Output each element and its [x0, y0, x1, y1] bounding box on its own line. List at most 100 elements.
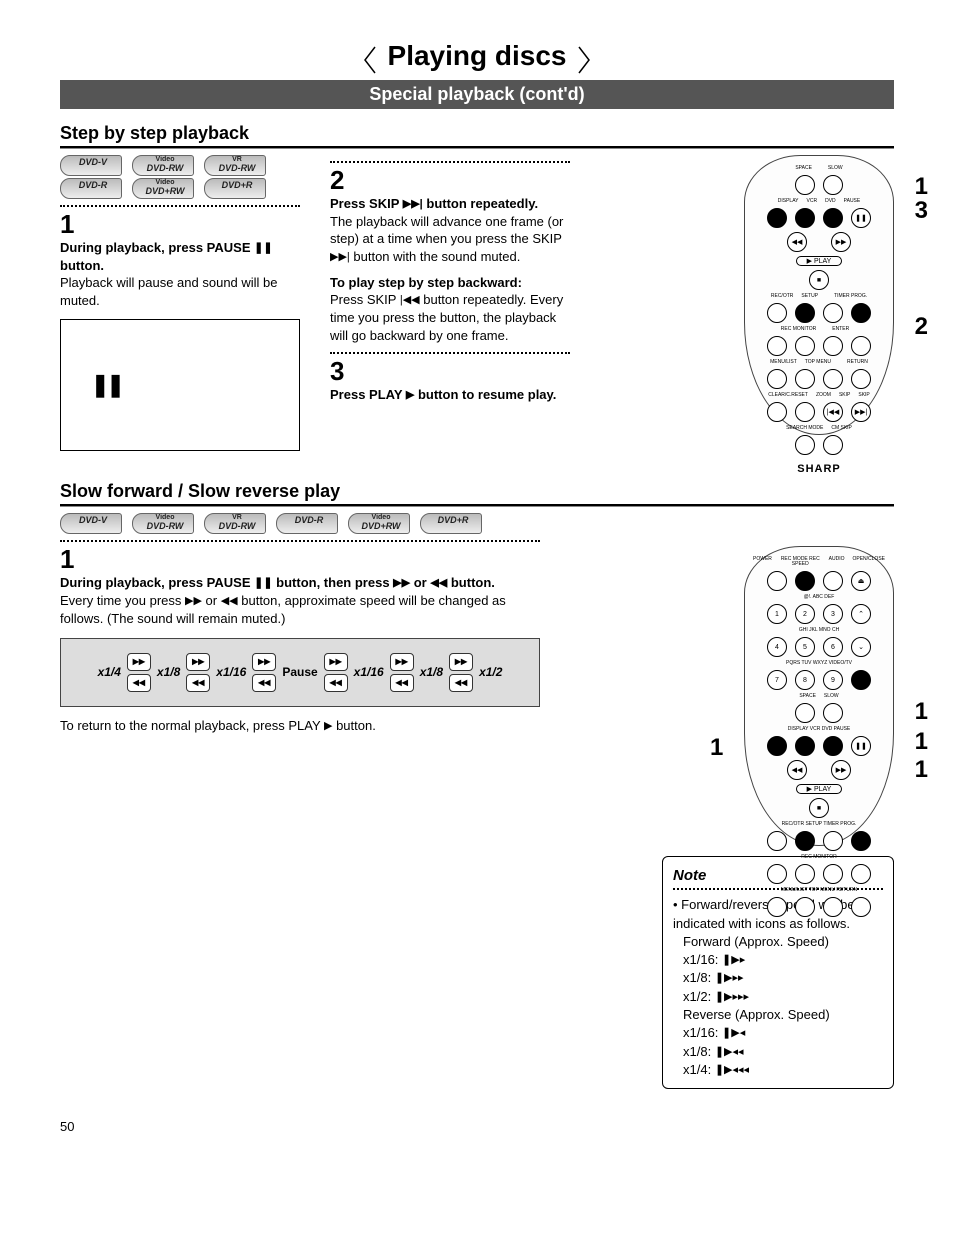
pause-icon: ❚❚: [91, 372, 122, 398]
slow-left-col: 1 During playback, press PAUSE ❚❚ button…: [60, 546, 540, 742]
callout: 2: [915, 313, 928, 341]
vcr-button[interactable]: [795, 208, 815, 228]
step-2-sub: To play step by step backward: Press SKI…: [330, 274, 570, 344]
pause-indicator-box: ❚❚: [60, 319, 300, 451]
note-speed: x1/8: ❚▶◂◂: [683, 1043, 883, 1061]
badge: VideoDVD+RW: [348, 513, 410, 534]
setup-button[interactable]: [795, 303, 815, 323]
remote-control-diagram: SPACESLOW DISPLAYVCRDVDPAUSE ❚❚ ◀◀▶▶ ▶ P…: [744, 155, 894, 435]
slow-disc-badges: DVD-V VideoDVD-RW VRDVD-RW DVD-R VideoDV…: [60, 513, 894, 534]
slow-forward-icon: ❚▶▸▸▸: [715, 990, 749, 1005]
rule: [60, 504, 894, 507]
slow-forward-icon: ❚▶▸: [722, 953, 745, 968]
rewind-button[interactable]: ◀◀: [787, 232, 807, 252]
play-button[interactable]: ▶ PLAY: [796, 256, 842, 266]
timer-button[interactable]: [851, 303, 871, 323]
dvd-button[interactable]: [823, 208, 843, 228]
step-number: 1: [60, 546, 540, 572]
fast-forward-icon: ▶▶: [185, 594, 202, 609]
rewind-icon: ◀◀: [430, 576, 447, 591]
play-button[interactable]: ▶ PLAY: [796, 784, 842, 794]
step-col-1: DVD-V VideoDVD-RW VRDVD-RW DVD-R VideoDV…: [60, 155, 300, 451]
badge: VideoDVD-RW: [132, 513, 194, 534]
note-speed: x1/16: ❚▶▸: [683, 951, 883, 969]
skip-back-icon: |◀◀: [400, 293, 420, 308]
speed-diagram: x1/4 ▶▶◀◀ x1/8 ▶▶◀◀ x1/16 ▶▶◀◀ Pause ▶▶◀…: [60, 638, 540, 707]
callout: 3: [915, 197, 928, 225]
slow-step-body: During playback, press PAUSE ❚❚ button, …: [60, 574, 540, 627]
callout: 1: [915, 698, 928, 726]
slow-reverse-icon: ❚▶◂◂: [715, 1045, 744, 1060]
dots: [60, 540, 540, 542]
badge: DVD-V: [60, 155, 122, 176]
step-2-body: Press SKIP ▶▶| button repeatedly. The pl…: [330, 195, 570, 266]
rewind-icon: ◀◀: [221, 594, 238, 609]
callout: 1: [915, 728, 928, 756]
slow-forward-icon: ❚▶▸▸: [715, 971, 744, 986]
fast-forward-button[interactable]: ▶▶: [831, 232, 851, 252]
note-speed: x1/4: ❚▶◂◂◂: [683, 1061, 883, 1079]
slow-section-heading: Slow forward / Slow reverse play: [60, 481, 894, 502]
skip-back-button[interactable]: |◀◀: [823, 402, 843, 422]
step-3-body: Press PLAY ▶ button to resume play.: [330, 386, 570, 404]
note-rev-heading: Reverse (Approx. Speed): [683, 1006, 883, 1024]
badge: DVD+R: [204, 178, 266, 199]
callout: 1: [915, 756, 928, 784]
pause-button[interactable]: ❚❚: [851, 736, 871, 756]
skip-forward-icon: ▶▶|: [330, 250, 350, 265]
step-section-heading: Step by step playback: [60, 123, 894, 144]
display-button[interactable]: [767, 208, 787, 228]
note-speed: x1/16: ❚▶◂: [683, 1024, 883, 1042]
badge: VideoDVD+RW: [132, 178, 194, 199]
badge: DVD+R: [420, 513, 482, 534]
power-button[interactable]: [767, 571, 787, 591]
step-col-2: 2 Press SKIP ▶▶| button repeatedly. The …: [330, 155, 570, 412]
pause-icon: ❚❚: [254, 241, 272, 256]
stop-button[interactable]: ■: [809, 270, 829, 290]
note-speed: x1/2: ❚▶▸▸▸: [683, 988, 883, 1006]
note-speed: x1/8: ❚▶▸▸: [683, 969, 883, 987]
skip-forward-icon: ▶▶|: [403, 197, 423, 212]
page-number: 50: [60, 1119, 894, 1134]
remote-brand: SHARP: [797, 463, 841, 475]
remote-control-diagram: POWERREC MODE REC SPEEDAUDIOOPEN/CLOSE ⏏…: [744, 546, 894, 846]
badge: DVD-R: [276, 513, 338, 534]
step-number: 1: [60, 211, 300, 237]
rule: [60, 146, 894, 149]
step-number: 2: [330, 167, 570, 193]
rec-button[interactable]: [767, 303, 787, 323]
play-icon: ▶: [406, 388, 414, 403]
pause-button[interactable]: ❚❚: [851, 208, 871, 228]
step-number: 3: [330, 358, 570, 384]
fast-forward-button[interactable]: ▶▶: [831, 760, 851, 780]
page-title-row: Playing discs: [60, 40, 894, 80]
slow-reverse-icon: ❚▶◂: [722, 1026, 745, 1041]
badge: VRDVD-RW: [204, 155, 266, 176]
button[interactable]: [823, 303, 843, 323]
rewind-button[interactable]: ◀◀: [787, 760, 807, 780]
disc-badges-row1: DVD-V VideoDVD-RW VRDVD-RW: [60, 155, 300, 176]
dots: [60, 205, 300, 207]
play-icon: ▶: [324, 719, 332, 734]
chevron-right-icon: [578, 46, 590, 74]
slow-reverse-icon: ❚▶◂◂◂: [715, 1063, 749, 1078]
subheader-bar: Special playback (cont'd): [60, 80, 894, 109]
badge: VideoDVD-RW: [132, 155, 194, 176]
chevron-left-icon: [364, 46, 376, 74]
callout: 1: [710, 734, 723, 762]
badge: VRDVD-RW: [204, 513, 266, 534]
stop-button[interactable]: ■: [809, 798, 829, 818]
note-fwd-heading: Forward (Approx. Speed): [683, 933, 883, 951]
dots: [330, 161, 570, 163]
badge: DVD-R: [60, 178, 122, 199]
page-title: Playing discs: [388, 40, 567, 72]
disc-badges-row2: DVD-R VideoDVD+RW DVD+R: [60, 178, 300, 199]
fast-forward-icon: ▶▶: [393, 576, 410, 591]
step-1-body: During playback, press PAUSE ❚❚ button. …: [60, 239, 300, 309]
pause-icon: ❚❚: [254, 576, 272, 591]
slow-return-text: To return to the normal playback, press …: [60, 717, 540, 735]
step-col-3: SPACESLOW DISPLAYVCRDVDPAUSE ❚❚ ◀◀▶▶ ▶ P…: [600, 155, 894, 435]
skip-forward-button[interactable]: ▶▶|: [851, 402, 871, 422]
badge: DVD-V: [60, 513, 122, 534]
dots: [330, 352, 570, 354]
